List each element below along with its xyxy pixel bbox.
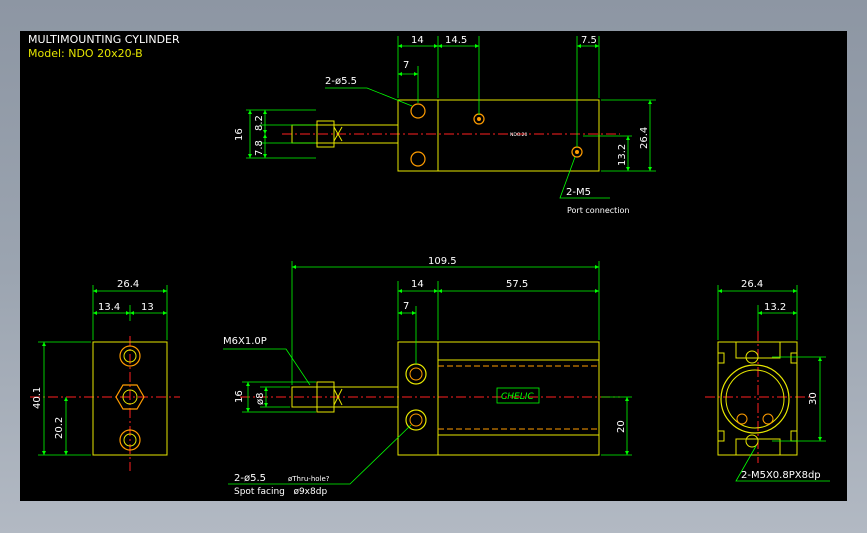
top-dim-8-2: 8.2 <box>254 115 265 131</box>
front-dim-57-5: 57.5 <box>506 279 528 290</box>
top-dim-26-4: 26.4 <box>639 127 650 149</box>
front-hole-label: 2-ø5.5 <box>234 473 266 484</box>
front-hole-note: øThru-hole? <box>288 475 330 483</box>
top-dim-7-8: 7.8 <box>254 140 265 156</box>
left-dim-26-4: 26.4 <box>117 279 139 290</box>
top-dim-14-5: 14.5 <box>445 35 467 46</box>
top-dim-7: 7 <box>403 60 409 71</box>
front-dim-o8: ø8 <box>255 393 266 405</box>
front-dim-16: 16 <box>234 390 245 403</box>
top-dim-16: 16 <box>234 128 245 141</box>
front-hole-upper <box>405 363 427 385</box>
top-dim-14: 14 <box>411 35 424 46</box>
left-dim-13: 13 <box>141 302 154 313</box>
cad-canvas: NDO.20 14 14.5 7.5 7 16 7.8 8.2 26.4 13.… <box>20 31 847 501</box>
top-port-label: 2-M5 <box>566 187 591 198</box>
top-body-mark: NDO.20 <box>510 132 527 138</box>
drawing-title: MULTIMOUNTING CYLINDER <box>28 33 180 46</box>
left-dim-13-4: 13.4 <box>98 302 120 313</box>
top-body <box>397 99 600 172</box>
front-dim-14: 14 <box>411 279 424 290</box>
top-hole-upper <box>410 103 426 119</box>
top-hole-label: 2-ø5.5 <box>325 76 357 87</box>
top-view: NDO.20 14 14.5 7.5 7 16 7.8 8.2 26.4 13.… <box>234 35 656 215</box>
front-logo: CHELIC <box>501 392 534 402</box>
top-dim-7-5: 7.5 <box>581 35 597 46</box>
left-view: 26.4 13.4 13 40.1 20.2 <box>30 279 180 471</box>
drawing-svg: NDO.20 14 14.5 7.5 7 16 7.8 8.2 26.4 13.… <box>30 35 830 497</box>
front-spot-label: Spot facing ø9x8dp <box>234 487 327 497</box>
model-label: Model: NDO 20x20-B <box>28 47 143 60</box>
front-dim-7: 7 <box>403 301 409 312</box>
top-hole-lower <box>410 151 426 167</box>
right-view: 26.4 13.2 30 2-M5X0.8PX8dp <box>705 279 830 482</box>
front-thread-label: M6X1.0P <box>223 336 267 347</box>
top-port-note: Port connection <box>567 206 629 215</box>
left-dim-20-2: 20.2 <box>54 417 65 439</box>
right-dim-30: 30 <box>808 392 819 405</box>
front-view: CHELIC 109.5 14 57.5 7 16 ø8 20 M6X1.0P … <box>223 256 632 497</box>
right-dim-13-2: 13.2 <box>764 302 786 313</box>
right-tap-label: 2-M5X0.8PX8dp <box>741 470 821 481</box>
left-dim-40-1: 40.1 <box>32 387 43 409</box>
front-dim-20: 20 <box>616 420 627 433</box>
right-bore-inner <box>725 369 785 429</box>
front-dim-109-5: 109.5 <box>428 256 457 267</box>
right-bore-outer <box>720 364 790 434</box>
front-body <box>397 341 600 456</box>
right-dim-26-4: 26.4 <box>741 279 763 290</box>
top-dim-13-2: 13.2 <box>617 144 628 166</box>
